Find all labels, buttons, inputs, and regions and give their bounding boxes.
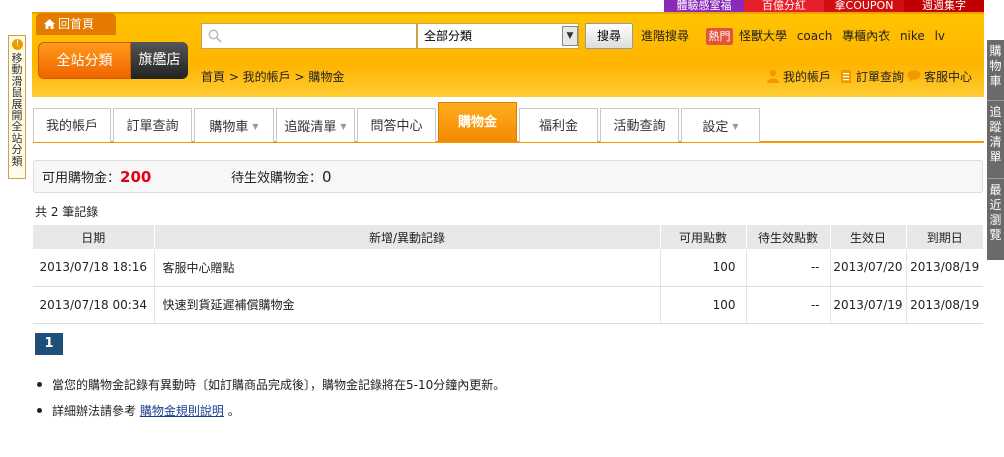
col-expiry-date: 到期日: [906, 225, 983, 249]
breadcrumb[interactable]: 首頁 > 我的帳戶 > 購物金: [201, 68, 344, 85]
flagship-store-button[interactable]: 旗艦店: [131, 42, 188, 79]
record-count: 共 2 筆記錄: [35, 205, 99, 219]
hot-badge: 熱門: [706, 28, 733, 45]
info-icon: !: [12, 39, 23, 50]
tab-welfare-credit[interactable]: 福利金: [519, 108, 598, 142]
customer-service-link[interactable]: 客服中心: [907, 68, 972, 85]
tab-shopping-credit[interactable]: 購物金: [438, 102, 517, 142]
col-available-points: 可用點數: [660, 225, 747, 249]
category-select[interactable]: 全部分類: [417, 23, 579, 49]
my-account-link[interactable]: 我的帳戶: [766, 68, 831, 85]
pager-page-1[interactable]: 1: [35, 333, 63, 355]
left-category-bar[interactable]: ! 移動滑鼠展開全站分類: [8, 35, 26, 179]
tab-order-query[interactable]: 訂單查詢: [113, 108, 192, 142]
note-rules: 詳細辦法請參考 購物金規則說明 。: [37, 402, 240, 419]
tab-my-account[interactable]: 我的帳戶: [33, 108, 111, 142]
clipboard-icon: [841, 70, 851, 83]
balance-panel: 可用購物金：200 待生效購物金：0: [33, 160, 983, 193]
table-header: 日期 新增/異動記錄 可用點數 待生效點數 生效日 到期日: [33, 225, 983, 249]
advanced-search-link[interactable]: 進階搜尋: [641, 23, 689, 49]
pending-balance: 待生效購物金：0: [231, 168, 332, 186]
tab-watchlist[interactable]: 追蹤清單 ▼: [276, 108, 355, 142]
hot-keywords[interactable]: 怪獸大學 coach 專櫃內衣 nike lv: [739, 23, 945, 49]
table-row: 2013/07/18 00:34 快速到貨延遲補償購物金 100 -- 2013…: [33, 286, 983, 324]
order-query-link[interactable]: 訂單查詢: [839, 68, 904, 85]
promo-tab[interactable]: 百億分紅: [744, 0, 824, 12]
rules-link[interactable]: 購物金規則說明: [140, 404, 224, 418]
available-balance: 可用購物金：200: [42, 168, 152, 186]
bullet: [37, 382, 42, 387]
search-icon: [208, 29, 222, 43]
chat-icon: [907, 70, 921, 82]
col-effective-date: 生效日: [830, 225, 907, 249]
col-pending-points: 待生效點數: [746, 225, 831, 249]
promo-tab[interactable]: 拿COUPON: [824, 0, 904, 12]
search-button[interactable]: 搜尋: [585, 23, 633, 49]
credit-records-table: 日期 新增/異動記錄 可用點數 待生效點數 生效日 到期日 2013/07/18…: [33, 225, 983, 324]
all-categories-button[interactable]: 全站分類: [38, 42, 131, 79]
tab-qa-center[interactable]: 問答中心: [357, 108, 436, 142]
record-link[interactable]: 客服中心贈點: [154, 249, 661, 287]
side-recent[interactable]: 最近瀏覽: [987, 178, 1004, 260]
chevron-down-icon[interactable]: ▼: [562, 26, 578, 46]
promo-tab[interactable]: 體驗感室福: [664, 0, 744, 12]
note-update: 當您的購物金記錄有異動時〔如訂購商品完成後〕，購物金記錄將在5-10分鐘內更新。: [37, 376, 505, 393]
side-cart[interactable]: 購物車: [987, 40, 1004, 100]
chevron-down-icon: ▼: [732, 122, 739, 131]
home-link[interactable]: 回首頁: [36, 13, 116, 35]
home-icon: [44, 19, 55, 29]
tab-settings[interactable]: 設定 ▼: [681, 108, 760, 142]
user-icon: [767, 69, 779, 83]
side-wishlist[interactable]: 追蹤清單: [987, 100, 1004, 178]
chevron-down-icon: ▼: [252, 122, 259, 131]
search-input[interactable]: [201, 23, 417, 49]
record-link[interactable]: 快速到貨延遲補償購物金: [154, 286, 661, 324]
bullet: [37, 408, 42, 413]
col-date: 日期: [33, 225, 155, 249]
tab-cart[interactable]: 購物車 ▼: [194, 108, 274, 142]
col-record: 新增/異動記錄: [154, 225, 661, 249]
promo-tab[interactable]: 週週集字: [904, 0, 984, 12]
tab-activity-query[interactable]: 活動查詢: [600, 108, 679, 142]
table-row: 2013/07/18 18:16 客服中心贈點 100 -- 2013/07/2…: [33, 249, 983, 287]
chevron-down-icon: ▼: [340, 122, 347, 131]
